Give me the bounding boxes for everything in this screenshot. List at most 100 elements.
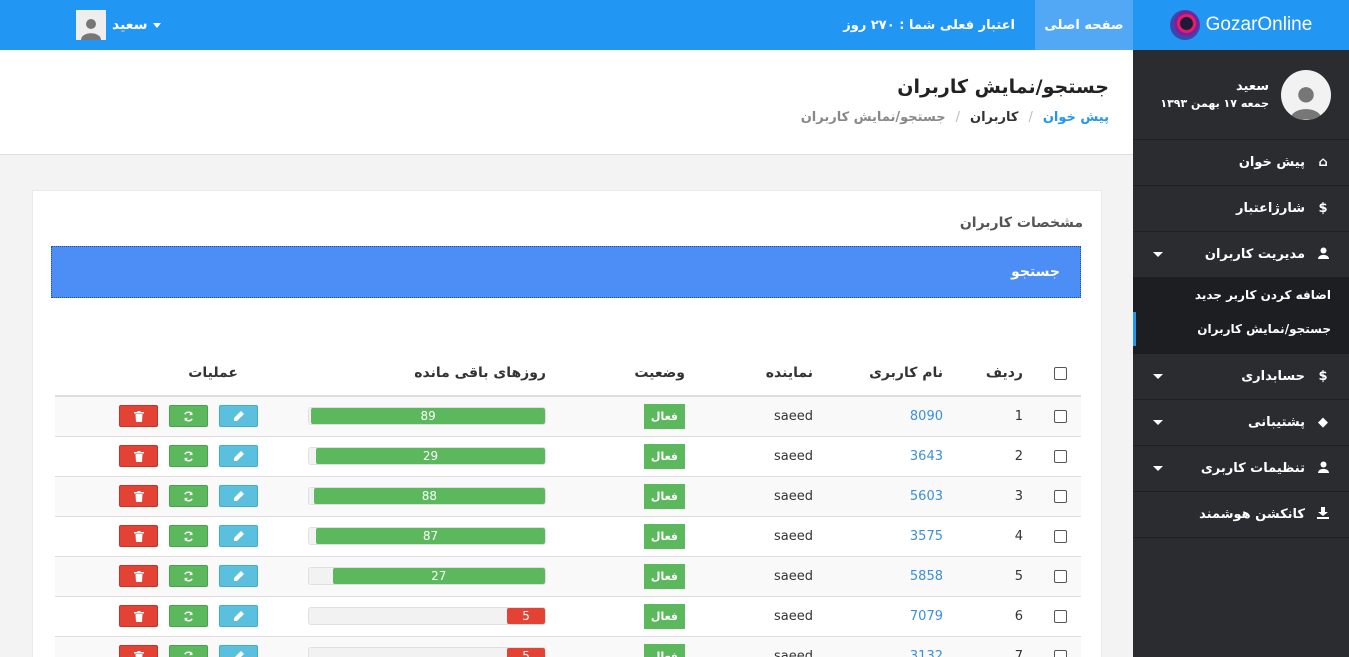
sidebar-item-dashboard[interactable]: ⌂ پیش خوان [1133,140,1349,186]
renew-button[interactable] [169,445,208,467]
delete-button[interactable] [119,485,158,507]
row-number: 6 [951,596,1031,637]
username-link[interactable]: 3643 [910,449,943,464]
sidebar-item-user-management[interactable]: مدیریت کاربران [1133,232,1349,278]
row-checkbox[interactable] [1054,409,1067,423]
username-link[interactable]: 3575 [910,529,943,544]
user-menu-dropdown[interactable]: سعید [76,10,162,40]
select-all-checkbox[interactable] [1054,366,1067,380]
actions-cell [55,636,308,657]
renew-button[interactable] [169,605,208,627]
breadcrumb-separator: / [1028,110,1033,125]
dollar-icon: $ [1318,201,1328,216]
edit-button[interactable] [219,605,258,627]
table-row: 2 3643 saeed فعال 29 [55,436,1081,477]
brand-logo-icon [1169,10,1200,40]
breadcrumb-users-link[interactable]: کاربران [970,110,1018,125]
agent-cell: saeed [693,396,821,437]
days-left-bar: 27 [332,568,545,584]
avatar [76,10,106,40]
refresh-icon [184,490,193,502]
status-badge: فعال [643,443,685,469]
sidebar-item-accounting[interactable]: $ حسابداری [1133,354,1349,400]
profile-date: جمعه ۱۷ بهمن ۱۳۹۳ [1160,97,1269,110]
status-badge: فعال [643,483,685,509]
username-link[interactable]: 3132 [910,649,943,657]
row-checkbox[interactable] [1054,609,1067,623]
delete-button[interactable] [119,405,158,428]
refresh-icon [184,450,193,462]
edit-button[interactable] [219,525,258,547]
refresh-icon [184,411,193,422]
table-row: 5 5858 saeed فعال 27 [55,556,1081,597]
days-left-cell: 29 [308,436,566,477]
search-button[interactable]: جستجو [51,246,1081,298]
username-link[interactable]: 5858 [910,569,943,584]
agent-cell: saeed [693,556,821,597]
row-select-cell [1031,516,1081,557]
sidebar-item-user-settings[interactable]: تنظیمات کاربری [1133,446,1349,492]
row-number: 7 [951,636,1031,657]
delete-button[interactable] [119,525,158,547]
row-checkbox[interactable] [1054,489,1067,503]
edit-button[interactable] [219,645,258,657]
sidebar-item-smart-connection[interactable]: کانکشن هوشمند [1133,492,1349,538]
status-cell: فعال [566,476,693,517]
days-left-cell: 87 [308,516,566,557]
delete-button[interactable] [119,605,158,627]
renew-button[interactable] [169,525,208,547]
edit-button[interactable] [219,565,258,587]
sidebar-item-label: تنظیمات کاربری [1200,461,1305,476]
row-number: 1 [951,396,1031,437]
refresh-icon [184,610,193,622]
status-badge: فعال [643,643,685,657]
renew-button[interactable] [169,645,208,657]
row-checkbox[interactable] [1054,449,1067,463]
sidebar-item-support[interactable]: ◆ پشتیبانی [1133,400,1349,446]
chevron-down-icon [153,22,162,28]
edit-button[interactable] [219,445,258,467]
row-number: 2 [951,436,1031,477]
sidebar-item-label: پیش خوان [1238,155,1305,170]
sidebar-item-label: شارژاعتبار [1236,201,1305,216]
days-left-progress: 87 [308,527,546,545]
table-row: 6 7079 saeed فعال 5 [55,596,1081,637]
days-left-bar: 5 [507,608,545,624]
row-checkbox[interactable] [1054,569,1067,583]
days-left-bar: 88 [313,488,545,504]
username-link[interactable]: 5603 [910,489,943,504]
dollar-icon: $ [1318,369,1328,384]
trash-icon [133,410,144,422]
delete-button[interactable] [119,645,158,657]
days-left-progress: 27 [308,567,546,585]
delete-button[interactable] [119,565,158,587]
renew-button[interactable] [169,405,208,428]
renew-button[interactable] [169,485,208,507]
page-title: جستجو/نمایش کاربران [897,76,1109,98]
agent-cell: saeed [693,436,821,477]
chevron-down-icon [1153,252,1163,257]
days-left-progress: 29 [308,447,546,465]
delete-button[interactable] [119,445,158,467]
panel-title: مشخصات کاربران [959,215,1083,231]
brand[interactable]: GozarOnline [1133,0,1349,50]
username-cell: 5858 [821,556,951,597]
username-link[interactable]: 8090 [910,409,943,424]
edit-button[interactable] [219,485,258,507]
status-cell: فعال [566,436,693,477]
breadcrumb-dashboard-link[interactable]: پیش خوان [1043,110,1109,125]
row-checkbox[interactable] [1054,529,1067,543]
row-checkbox[interactable] [1054,649,1067,657]
renew-button[interactable] [169,565,208,587]
nav-home-link[interactable]: صفحه اصلی [1035,0,1133,50]
row-number: 5 [951,556,1031,597]
sidebar-item-charge[interactable]: $ شارژاعتبار [1133,186,1349,232]
trash-icon [133,650,144,657]
sidebar-subitem-search-users[interactable]: جستجو/نمایش کاربران [1133,312,1349,346]
status-cell: فعال [566,396,693,437]
pencil-icon [233,531,244,541]
column-header-actions-label: عملیات [188,365,238,381]
username-link[interactable]: 7079 [910,609,943,624]
sidebar-subitem-add-user[interactable]: اضافه کردن کاربر جدید [1133,278,1349,312]
edit-button[interactable] [219,405,258,428]
